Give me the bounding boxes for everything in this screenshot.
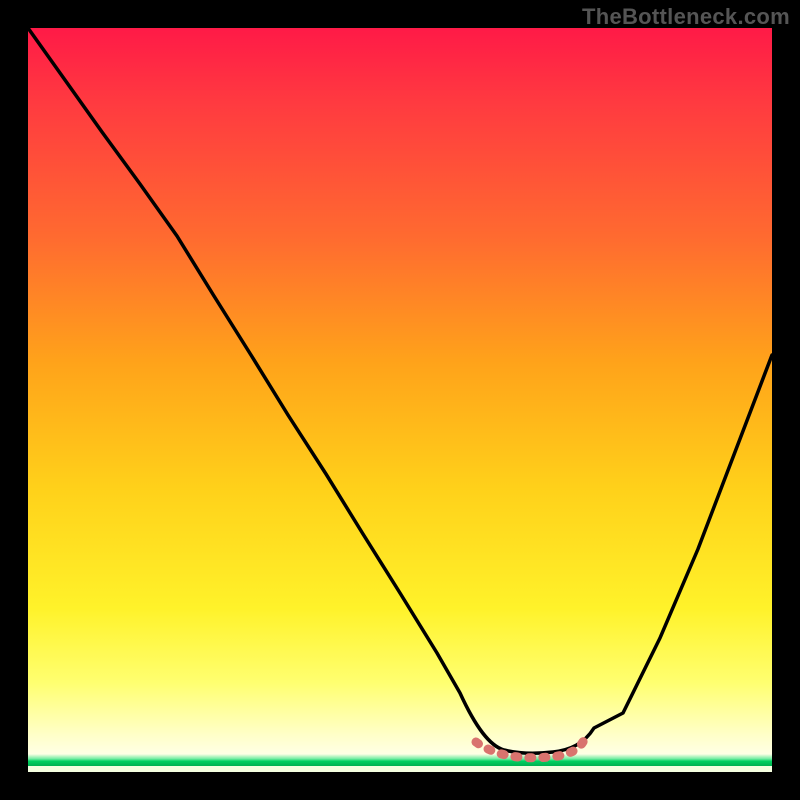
curve-layer xyxy=(28,28,772,772)
plot-area xyxy=(28,28,772,772)
bottleneck-curve xyxy=(28,28,772,753)
chart-stage: TheBottleneck.com xyxy=(0,0,800,800)
watermark-text: TheBottleneck.com xyxy=(582,4,790,30)
